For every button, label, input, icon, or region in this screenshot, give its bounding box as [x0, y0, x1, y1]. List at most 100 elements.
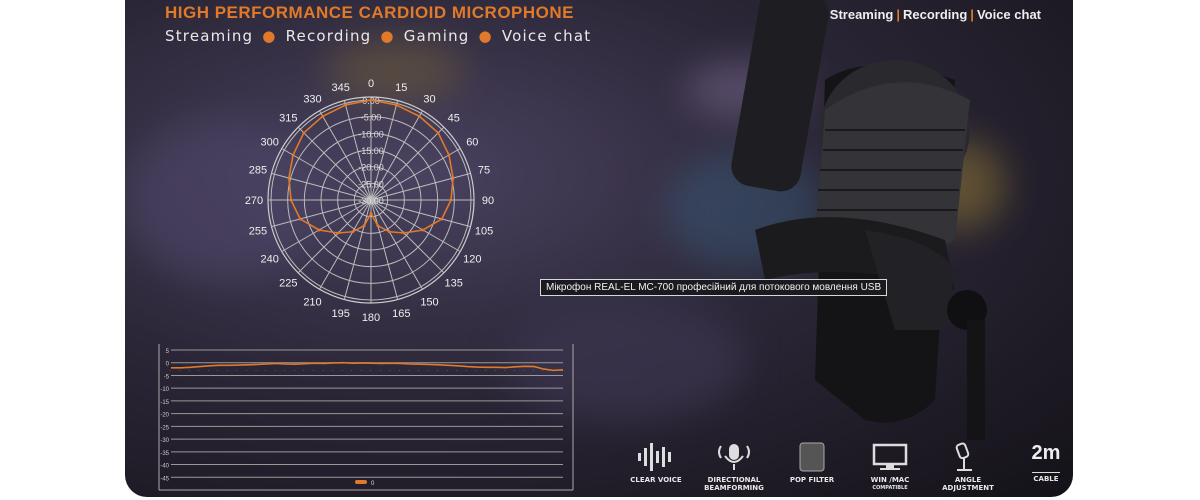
- mic-stand-icon: [948, 442, 988, 476]
- x-tick-mark: ∙: [187, 368, 192, 373]
- polar-spoke: [319, 199, 372, 290]
- feature-label: DIRECTIONAL BEAMFORMING: [704, 476, 764, 492]
- polar-point: [417, 114, 421, 118]
- polar-point: [287, 176, 291, 180]
- angle-label: 75: [478, 165, 490, 177]
- x-tick-mark: ∙: [435, 368, 440, 373]
- x-tick-mark: ∙: [416, 368, 421, 373]
- x-tick-mark: ∙: [302, 368, 307, 373]
- polar-point: [402, 231, 406, 235]
- angle-label: 255: [249, 225, 267, 237]
- feature-monitor: WIN /MAC COMPATIBLE: [851, 442, 929, 492]
- x-tick-mark: ∙: [474, 368, 479, 373]
- angle-label: 300: [260, 137, 278, 149]
- radial-label: -5.00: [361, 113, 382, 123]
- angle-label: 165: [392, 308, 410, 320]
- polar-point: [302, 131, 306, 135]
- polar-point: [440, 217, 444, 221]
- polar-point: [421, 228, 425, 232]
- y-tick-label: -45: [160, 476, 169, 482]
- legend-label: 0: [371, 481, 375, 487]
- angle-label: 120: [463, 254, 481, 266]
- x-tick-mark: ∙: [464, 368, 469, 373]
- feature-cable: 2m CABLE: [1007, 442, 1073, 492]
- pop-filter-icon: [792, 442, 832, 476]
- x-tick-mark: ∙: [273, 368, 278, 373]
- angle-label: 285: [249, 165, 267, 177]
- y-tick-label: -5: [164, 374, 170, 380]
- polar-point: [298, 217, 302, 221]
- x-tick-mark: ∙: [531, 368, 536, 373]
- waveform-icon: [636, 442, 676, 476]
- angle-label: 345: [332, 82, 350, 94]
- x-tick-mark: ∙: [282, 368, 287, 373]
- polar-point: [362, 224, 366, 228]
- y-tick-label: -20: [160, 413, 169, 419]
- radial-label: -30.00: [358, 196, 384, 206]
- x-tick-mark: ∙: [292, 368, 297, 373]
- polar-point: [289, 198, 293, 202]
- polar-point: [394, 103, 398, 107]
- radial-label: -20.00: [358, 163, 384, 173]
- radial-label: -15.00: [358, 146, 384, 156]
- x-tick-mark: ∙: [206, 368, 211, 373]
- feature-microphone: DIRECTIONAL BEAMFORMING: [695, 442, 773, 492]
- x-tick-mark: ∙: [215, 368, 220, 373]
- angle-label: 45: [448, 112, 460, 124]
- feature-label: CLEAR VOICE: [630, 476, 682, 484]
- angle-label: 90: [482, 195, 494, 207]
- y-tick-label: 5: [166, 349, 170, 355]
- y-tick-label: 0: [166, 362, 170, 368]
- polar-point: [376, 224, 380, 228]
- x-tick-mark: ∙: [330, 368, 335, 373]
- x-tick-mark: ∙: [388, 368, 393, 373]
- y-tick-label: -15: [160, 400, 169, 406]
- angle-label: 105: [475, 225, 493, 237]
- polar-point: [317, 228, 321, 232]
- y-tick-label: -25: [160, 425, 169, 431]
- polar-spoke: [281, 148, 372, 201]
- x-tick-mark: ∙: [397, 368, 402, 373]
- x-tick-mark: ∙: [244, 368, 249, 373]
- feature-pop-filter: POP FILTER: [773, 442, 851, 492]
- angle-label: 0: [368, 78, 374, 90]
- polar-point: [387, 230, 391, 234]
- x-tick-mark: ∙: [168, 368, 173, 373]
- x-tick-mark: ∙: [521, 368, 526, 373]
- x-tick-mark: ∙: [455, 368, 460, 373]
- polar-point: [449, 198, 453, 202]
- x-tick-mark: ∙: [349, 368, 354, 373]
- x-tick-mark: ∙: [512, 368, 517, 373]
- angle-label: 270: [245, 195, 263, 207]
- feature-label: CABLE: [1033, 475, 1059, 483]
- microphone-icon: [714, 442, 754, 476]
- y-tick-label: -35: [160, 451, 169, 457]
- x-tick-mark: ∙: [445, 368, 450, 373]
- radial-label: -10.00: [358, 129, 384, 139]
- feature-label: POP FILTER: [789, 476, 835, 484]
- product-banner: HIGH PERFORMANCE CARDIOID MICROPHONE Str…: [125, 0, 1073, 497]
- polar-point: [436, 131, 440, 135]
- x-tick-mark: ∙: [340, 368, 345, 373]
- y-tick-label: -10: [160, 387, 169, 393]
- x-tick-mark: ∙: [321, 368, 326, 373]
- angle-label: 60: [466, 137, 478, 149]
- angle-label: 180: [362, 312, 380, 324]
- angle-label: 135: [445, 278, 463, 290]
- x-tick-mark: ∙: [235, 368, 240, 373]
- feature-icons: CLEAR VOICE DIRECTIONAL BEAMFORMING POP FI…: [617, 442, 1073, 492]
- angle-label: 150: [420, 296, 438, 308]
- angle-label: 315: [279, 112, 297, 124]
- x-tick-mark: ∙: [311, 368, 316, 373]
- polar-point: [344, 103, 348, 107]
- x-tick-mark: ∙: [378, 368, 383, 373]
- polar-point: [451, 176, 455, 180]
- feature-label: WIN /MAC: [870, 476, 910, 484]
- feature-mic-stand: ANGLE ADJUSTMENT: [929, 442, 1007, 492]
- x-tick-mark: ∙: [407, 368, 412, 373]
- frequency-response-chart: 5 0 -5 -10 -15 -20 -25 -30 -35 -40 -45 ∙ ∙ ∙ ∙ ∙ ∙ ∙ ∙ ∙ ∙ ∙ ∙…: [158, 344, 574, 491]
- legend-swatch: [355, 480, 367, 484]
- y-tick-label: -30: [160, 438, 169, 444]
- polar-point: [369, 211, 373, 215]
- cable-icon: 2m: [1031, 442, 1061, 473]
